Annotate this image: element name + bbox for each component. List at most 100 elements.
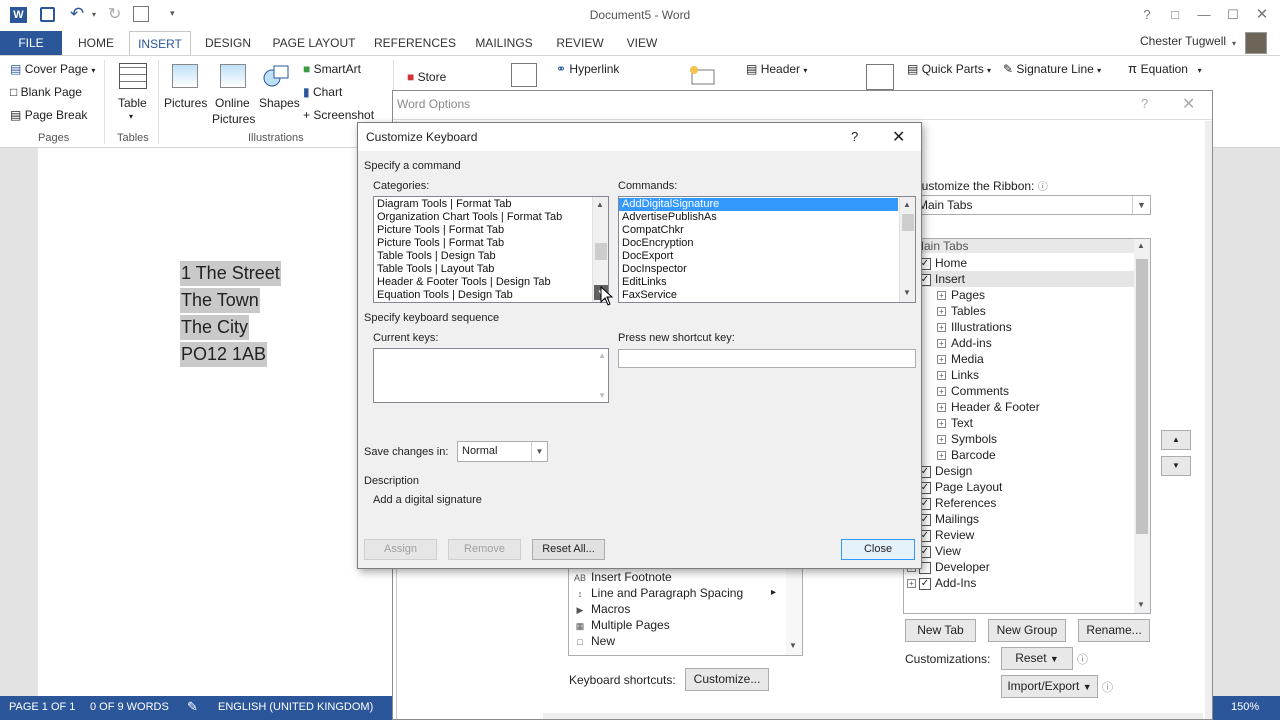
shapes-icon[interactable] [262, 64, 290, 88]
ribbon-display-icon[interactable]: □ [1163, 5, 1187, 25]
command-item[interactable]: CompatChkr [619, 224, 898, 237]
tree-item[interactable]: + Header & Footer [904, 399, 1134, 415]
equation-button[interactable]: π Equation ▾ [1128, 61, 1202, 76]
close-button[interactable]: Close [841, 539, 915, 560]
expand-icon[interactable]: + [937, 371, 946, 381]
online-pictures-icon[interactable] [220, 64, 246, 88]
command-row[interactable]: ↕ Line and Paragraph Spacing ▸ [569, 585, 784, 601]
scroll-thumb[interactable] [595, 243, 607, 260]
dialog-close-icon[interactable]: ✕ [892, 127, 905, 147]
tab-references[interactable]: REFERENCES [372, 31, 458, 56]
online-video-icon[interactable] [511, 63, 537, 87]
tree-item[interactable]: + Barcode [904, 447, 1134, 463]
category-item[interactable]: Picture Tools | Format Tab [374, 237, 608, 250]
user-dropdown-icon[interactable]: ▾ [1232, 39, 1236, 48]
ribbon-tabs-dropdown[interactable]: Main Tabs ▼ [913, 195, 1151, 215]
help-icon[interactable]: ? [1135, 5, 1159, 25]
close-window-icon[interactable]: ✕ [1250, 5, 1274, 25]
expand-icon[interactable]: + [937, 403, 946, 413]
expand-icon[interactable]: + [937, 387, 946, 397]
table-button[interactable]: Table [118, 96, 147, 110]
command-item[interactable]: AddDigitalSignature [619, 198, 898, 211]
remove-button[interactable]: Remove [448, 539, 521, 560]
expand-icon[interactable]: + [937, 339, 946, 349]
smartart-button[interactable]: ■ SmartArt [303, 62, 361, 76]
command-item[interactable]: DocInspector [619, 263, 898, 276]
category-item[interactable]: Table Tools | Layout Tab [374, 263, 608, 276]
category-item[interactable]: Organization Chart Tools | Format Tab [374, 211, 608, 224]
scroll-thumb[interactable] [902, 214, 914, 231]
checkbox[interactable]: ✓ [919, 577, 931, 590]
command-row[interactable]: ▶ Macros [569, 601, 784, 617]
tree-item[interactable]: + Media [904, 351, 1134, 367]
commands-scrollbar[interactable]: ▼ [786, 565, 802, 655]
document-page[interactable] [38, 148, 398, 696]
ribbon-tree[interactable]: Main Tabs +✓Home+✓Insert+Pages+Tables+Il… [903, 238, 1151, 614]
reset-button[interactable]: Reset ▼ [1001, 647, 1073, 670]
language-indicator[interactable]: ENGLISH (UNITED KINGDOM) [218, 701, 373, 713]
command-item[interactable]: DocExport [619, 250, 898, 263]
comment-icon[interactable] [688, 64, 716, 88]
command-item[interactable]: EditLinks [619, 276, 898, 289]
tree-item[interactable]: + Tables [904, 303, 1134, 319]
signature-line-button[interactable]: ✎ Signature Line ▾ [1003, 62, 1101, 76]
blank-page-button[interactable]: □ Blank Page [10, 85, 82, 99]
tab-insert[interactable]: INSERT [129, 31, 191, 56]
command-row[interactable]: AB Insert Footnote [569, 569, 784, 585]
tree-item[interactable]: +✓Insert [904, 271, 1134, 287]
expand-icon[interactable]: + [937, 355, 946, 365]
header-button[interactable]: ▤ Header ▾ [746, 62, 807, 76]
table-icon[interactable] [119, 63, 147, 89]
category-item[interactable]: Table Tools | Design Tab [374, 250, 608, 263]
table-dropdown-icon[interactable]: ▾ [129, 112, 133, 121]
expand-icon[interactable]: + [937, 307, 946, 317]
reset-all-button[interactable]: Reset All... [532, 539, 605, 560]
pictures-button[interactable]: Pictures [164, 96, 207, 110]
command-row[interactable]: □ New [569, 633, 784, 649]
tree-item[interactable]: + Illustrations [904, 319, 1134, 335]
scroll-thumb[interactable] [1136, 259, 1148, 534]
expand-icon[interactable]: + [937, 435, 946, 445]
tab-file[interactable]: FILE [0, 31, 62, 56]
user-name[interactable]: Chester Tugwell [1140, 34, 1226, 48]
tab-view[interactable]: VIEW [620, 31, 664, 56]
text-box-icon[interactable] [866, 64, 894, 90]
tree-item[interactable]: +✓View [904, 543, 1134, 559]
command-item[interactable]: DocEncryption [619, 237, 898, 250]
tab-design[interactable]: DESIGN [199, 31, 257, 56]
expand-icon[interactable]: + [907, 579, 916, 589]
tree-item[interactable]: + Text [904, 415, 1134, 431]
page-count[interactable]: PAGE 1 OF 1 [9, 701, 75, 713]
import-export-button[interactable]: Import/Export ▼ [1001, 675, 1098, 698]
tree-item[interactable]: + Add-ins [904, 335, 1134, 351]
word-options-help-icon[interactable]: ? [1141, 96, 1148, 111]
new-tab-button[interactable]: New Tab [905, 619, 976, 642]
category-item[interactable]: Header & Footer Tools | Design Tab [374, 276, 608, 289]
tab-home[interactable]: HOME [70, 31, 122, 56]
tree-item[interactable]: +✓Page Layout [904, 479, 1134, 495]
options-scrollbar[interactable] [1205, 121, 1212, 719]
online-pictures-button-line1[interactable]: Online [215, 96, 250, 110]
chart-button[interactable]: ▮ Chart [303, 85, 342, 99]
commands-scrollbar[interactable]: ▲ ▼ [899, 197, 915, 302]
address-line[interactable]: PO12 1AB [180, 342, 268, 367]
commands-list[interactable]: AddDigitalSignature AdvertisePublishAs Com… [618, 196, 916, 303]
cover-page-button[interactable]: ▤ Cover Page ▾ [10, 62, 95, 76]
proofing-icon[interactable]: ✎ [187, 699, 198, 715]
command-item[interactable]: AdvertisePublishAs [619, 211, 898, 224]
tree-item[interactable]: + Links [904, 367, 1134, 383]
tree-item[interactable]: +Developer [904, 559, 1134, 575]
pictures-icon[interactable] [172, 64, 198, 88]
shapes-button[interactable]: Shapes [259, 96, 300, 110]
address-line[interactable]: 1 The Street [180, 261, 281, 286]
category-item[interactable]: Picture Tools | Format Tab [374, 224, 608, 237]
expand-icon[interactable]: + [937, 451, 946, 461]
new-group-button[interactable]: New Group [988, 619, 1066, 642]
tree-item[interactable]: +✓Home [904, 255, 1134, 271]
rename-button[interactable]: Rename... [1078, 619, 1150, 642]
zoom-level[interactable]: 150% [1231, 701, 1259, 713]
dialog-help-icon[interactable]: ? [851, 129, 858, 144]
address-line[interactable]: The City [180, 315, 250, 340]
move-up-button[interactable]: ▲ [1161, 430, 1191, 450]
customize-button[interactable]: Customize... [685, 668, 769, 691]
